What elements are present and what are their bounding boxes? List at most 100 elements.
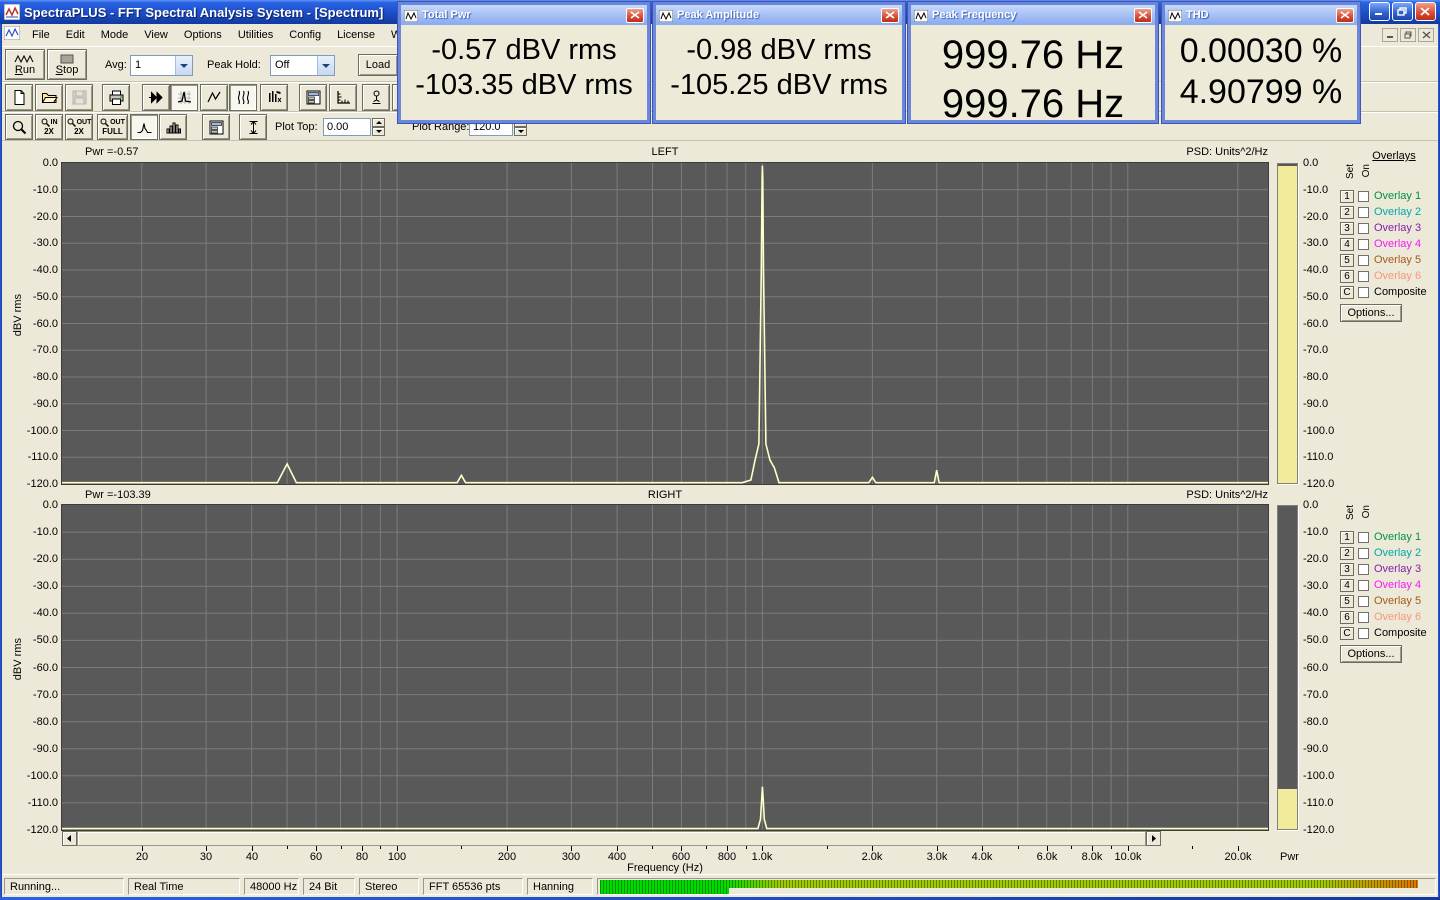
overlay-on-checkbox-3[interactable] (1358, 223, 1369, 234)
overlay-set-button-2[interactable]: 2 (1340, 547, 1354, 560)
overlay-label-4: Overlay 4 (1374, 238, 1422, 250)
plot-top-field[interactable]: 0.00 (323, 118, 371, 136)
overlay-on-checkbox-6[interactable] (1358, 612, 1369, 623)
mdi-restore-button[interactable] (1400, 28, 1416, 42)
close-button[interactable] (1415, 2, 1436, 21)
plot-top-spinner[interactable] (372, 118, 385, 136)
zoom-in-2x-button[interactable]: IN 2X (35, 114, 63, 140)
menu-item-edit[interactable]: Edit (58, 26, 93, 44)
peak-curve-button[interactable] (130, 114, 158, 140)
overlay-set-button-3[interactable]: 3 (1340, 222, 1354, 235)
overlay-set-button-5[interactable]: 5 (1340, 254, 1354, 267)
spin-up-icon[interactable] (372, 118, 385, 127)
panel-thd[interactable]: THD 0.00030 % 4.90799 % (1161, 1, 1361, 124)
waterfall-view-button[interactable] (229, 84, 257, 111)
overlay-set-button-6[interactable]: 6 (1340, 270, 1354, 283)
overlay-on-checkbox-4[interactable] (1358, 580, 1369, 591)
y-axis-label: -30.0 (32, 237, 58, 250)
print-button[interactable] (102, 84, 130, 111)
freq-scrollbar-left-arrow[interactable] (62, 831, 77, 846)
overlay-on-checkbox-5[interactable] (1358, 596, 1369, 607)
menu-item-options[interactable]: Options (176, 26, 230, 44)
panel-peak-amplitude[interactable]: Peak Amplitude -0.98 dBV rms -105.25 dBV r… (652, 1, 906, 124)
overlay-set-button-4[interactable]: 4 (1340, 238, 1354, 251)
stop-button[interactable]: Stop (47, 49, 87, 80)
menu-item-file[interactable]: File (24, 26, 58, 44)
zoom-out-2x-button[interactable]: OUT 2X (65, 114, 93, 140)
display-options-button[interactable] (299, 84, 327, 111)
overlay-set-button-4[interactable]: 4 (1340, 579, 1354, 592)
ruler-button[interactable] (329, 84, 357, 111)
spectrum-plot-right[interactable] (61, 504, 1269, 831)
panel-close-button[interactable] (626, 7, 644, 23)
mdi-minimize-button[interactable] (1382, 28, 1398, 42)
run-button[interactable]: Run (5, 49, 45, 80)
freq-scrollbar-thumb[interactable] (77, 831, 1146, 846)
time-series-view-button[interactable] (200, 84, 228, 111)
overlay-set-button-3[interactable]: 3 (1340, 563, 1354, 576)
avg-dropdown-icon[interactable] (175, 56, 192, 75)
menu-item-mode[interactable]: Mode (93, 26, 137, 44)
overlay-set-button-c[interactable]: C (1340, 286, 1354, 299)
minimize-button[interactable] (1369, 2, 1390, 21)
panel-total-pwr[interactable]: Total Pwr -0.57 dBV rms -103.35 dBV rms (397, 1, 651, 124)
panel-peak-frequency[interactable]: Peak Frequency 999.76 Hz 999.76 Hz (907, 1, 1159, 126)
overlay-on-checkbox-1[interactable] (1358, 532, 1369, 543)
overlay-set-button-2[interactable]: 2 (1340, 206, 1354, 219)
bar-display-button[interactable] (159, 114, 187, 140)
display-options-2-button[interactable] (202, 114, 230, 140)
open-file-button[interactable] (35, 84, 63, 111)
level-scale-label: 0.0 (1303, 499, 1319, 511)
overlay-set-button-1[interactable]: 1 (1340, 190, 1354, 203)
zoom-button[interactable] (5, 114, 33, 140)
panel-title-bar[interactable]: Peak Amplitude (656, 5, 902, 25)
y-axis-label: -120.0 (26, 478, 58, 490)
menu-item-utilities[interactable]: Utilities (230, 26, 281, 44)
spectrum-plot-left[interactable] (61, 162, 1269, 485)
overlay-on-checkbox-c[interactable] (1358, 628, 1369, 639)
avg-combobox[interactable]: 1 (130, 55, 193, 76)
panel-title-bar[interactable]: THD (1165, 5, 1357, 25)
overlay-on-checkbox-c[interactable] (1358, 287, 1369, 298)
freq-scrollbar-right-arrow[interactable] (1146, 831, 1161, 846)
menu-item-view[interactable]: View (136, 26, 176, 44)
restore-button[interactable] (1392, 2, 1413, 21)
panel-close-button[interactable] (1336, 7, 1354, 23)
microphone-button[interactable] (362, 84, 390, 111)
spectrogram-view-icon (268, 91, 281, 103)
overlay-label-4: Overlay 4 (1374, 579, 1422, 591)
overlay-set-button-c[interactable]: C (1340, 627, 1354, 640)
overlay-on-checkbox-4[interactable] (1358, 239, 1369, 250)
save-button[interactable] (65, 84, 93, 111)
overlay-on-checkbox-2[interactable] (1358, 207, 1369, 218)
zoom-out-full-button[interactable]: OUT FULL (97, 114, 128, 140)
overlay-on-checkbox-1[interactable] (1358, 191, 1369, 202)
peak-hold-dropdown-icon[interactable] (317, 56, 334, 75)
mdi-close-button[interactable] (1418, 28, 1434, 42)
peak-hold-combobox[interactable]: Off (270, 55, 335, 76)
spin-down-icon[interactable] (514, 127, 527, 136)
panel-title-bar[interactable]: Total Pwr (401, 5, 647, 25)
vertical-range-button[interactable] (239, 114, 267, 140)
new-file-button[interactable] (5, 84, 33, 111)
overlay-on-checkbox-3[interactable] (1358, 564, 1369, 575)
panel-close-button[interactable] (1134, 7, 1152, 23)
overlay-set-button-1[interactable]: 1 (1340, 531, 1354, 544)
process-button[interactable] (142, 84, 170, 111)
panel-close-button[interactable] (881, 7, 899, 23)
overlay-on-checkbox-2[interactable] (1358, 548, 1369, 559)
spectrum-view-icon (177, 91, 191, 104)
overlay-on-checkbox-5[interactable] (1358, 255, 1369, 266)
panel-title-bar[interactable]: Peak Frequency (911, 5, 1155, 25)
overlay-set-button-6[interactable]: 6 (1340, 611, 1354, 624)
spectrum-view-button[interactable] (170, 84, 198, 111)
spin-down-icon[interactable] (372, 127, 385, 136)
overlays-options-button[interactable]: Options... (1340, 645, 1402, 663)
menu-item-license[interactable]: License (329, 26, 383, 44)
overlays-options-button[interactable]: Options... (1340, 304, 1402, 322)
overlay-on-checkbox-6[interactable] (1358, 271, 1369, 282)
spectrogram-view-button[interactable] (260, 84, 288, 111)
menu-item-config[interactable]: Config (281, 26, 329, 44)
overlay-set-button-5[interactable]: 5 (1340, 595, 1354, 608)
load-button[interactable]: Load (358, 54, 398, 76)
